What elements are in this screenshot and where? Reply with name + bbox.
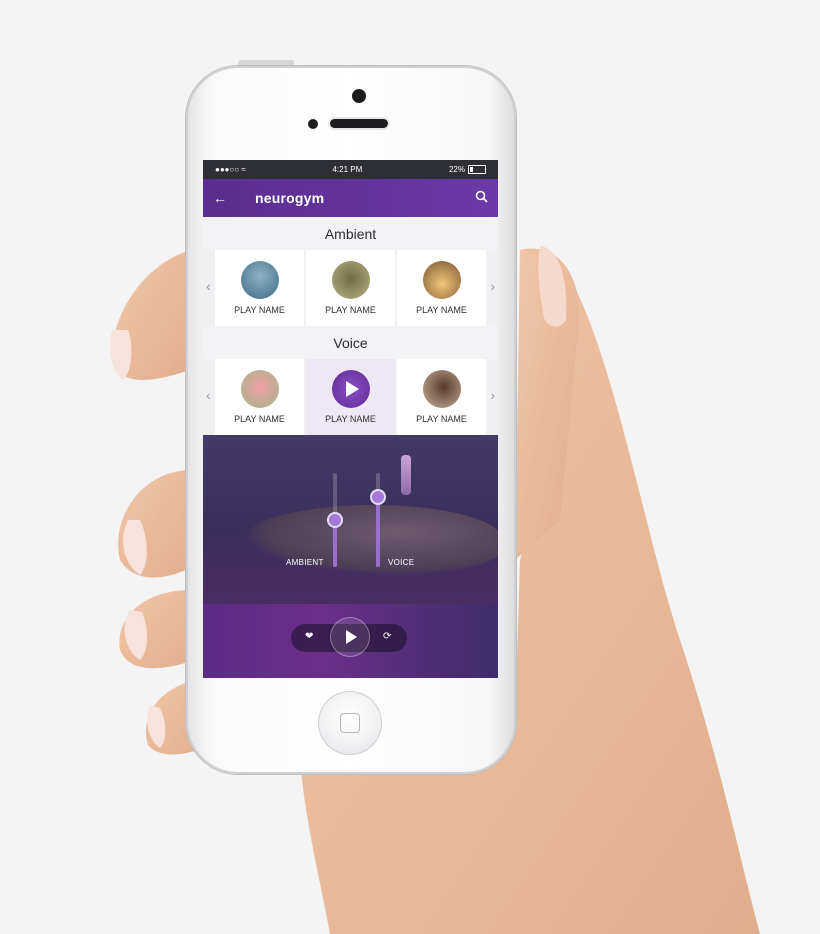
voice-card[interactable]: PLAY NAME xyxy=(215,359,304,435)
proximity-sensor xyxy=(308,119,318,129)
player-controls: ❤ ⟳ xyxy=(291,617,407,657)
ambient-card[interactable]: PLAY NAME xyxy=(397,250,486,326)
track-label: PLAY NAME xyxy=(416,414,467,424)
ambient-carousel: ‹ PLAY NAME PLAY NAME PLAY NAME › xyxy=(203,250,498,326)
home-button[interactable] xyxy=(318,691,382,755)
battery-level: 22% xyxy=(448,164,465,174)
track-thumbnail xyxy=(240,261,279,299)
play-icon[interactable] xyxy=(331,370,370,408)
track-label: PLAY NAME xyxy=(325,414,376,424)
home-button-icon xyxy=(340,713,360,733)
arrow-left-icon[interactable]: ← xyxy=(213,190,235,206)
status-bar: ●●●○○ ≈ 4:21 PM 22% xyxy=(203,160,498,179)
section-title-ambient: Ambient xyxy=(203,217,498,250)
search-icon[interactable] xyxy=(475,190,488,206)
repeat-icon[interactable]: ⟳ xyxy=(383,631,391,642)
signal-icon: ●●●○○ ≈ xyxy=(215,165,246,174)
earpiece-speaker xyxy=(330,119,388,128)
ambient-card[interactable]: PLAY NAME xyxy=(215,250,304,326)
background-figure xyxy=(401,455,411,495)
voice-card[interactable]: PLAY NAME xyxy=(397,359,486,435)
chevron-left-icon[interactable]: ‹ xyxy=(206,387,211,403)
volume-mixer: AMBIENT VOICE xyxy=(203,435,498,605)
status-time: 4:21 PM xyxy=(332,165,363,174)
battery-indicator: 22% xyxy=(448,164,486,175)
heart-icon[interactable]: ❤ xyxy=(305,631,313,642)
track-label: PLAY NAME xyxy=(416,305,467,315)
voice-slider-handle[interactable] xyxy=(370,489,386,505)
chevron-right-icon[interactable]: › xyxy=(490,387,495,403)
chevron-left-icon[interactable]: ‹ xyxy=(206,278,211,294)
app-screen: ●●●○○ ≈ 4:21 PM 22% ← neurogym Ambient ‹… xyxy=(203,160,498,678)
app-title: neurogym xyxy=(255,190,325,206)
ambient-slider-handle[interactable] xyxy=(327,512,343,528)
front-camera xyxy=(352,89,366,103)
voice-label: VOICE xyxy=(388,558,415,567)
ambient-label: AMBIENT xyxy=(286,558,324,567)
track-label: PLAY NAME xyxy=(234,414,285,424)
track-thumbnail xyxy=(422,370,461,408)
voice-card-selected[interactable]: PLAY NAME xyxy=(306,359,395,435)
voice-slider-fill xyxy=(376,497,380,567)
track-label: PLAY NAME xyxy=(325,305,376,315)
track-label: PLAY NAME xyxy=(234,305,285,315)
section-title-voice: Voice xyxy=(203,326,498,359)
voice-slider[interactable] xyxy=(370,473,386,567)
voice-carousel: ‹ PLAY NAME PLAY NAME PLAY NAME › xyxy=(203,359,498,435)
app-bar: ← neurogym xyxy=(203,179,498,217)
background-rock xyxy=(243,505,498,575)
chevron-right-icon[interactable]: › xyxy=(490,278,495,294)
ambient-slider[interactable] xyxy=(327,473,343,567)
track-thumbnail xyxy=(240,370,279,408)
play-button[interactable] xyxy=(330,617,370,657)
battery-icon xyxy=(468,165,486,175)
track-thumbnail xyxy=(331,261,370,299)
track-thumbnail xyxy=(422,261,461,299)
player-bar: ❤ ⟳ xyxy=(203,604,498,678)
play-icon xyxy=(346,630,357,644)
ambient-card[interactable]: PLAY NAME xyxy=(306,250,395,326)
